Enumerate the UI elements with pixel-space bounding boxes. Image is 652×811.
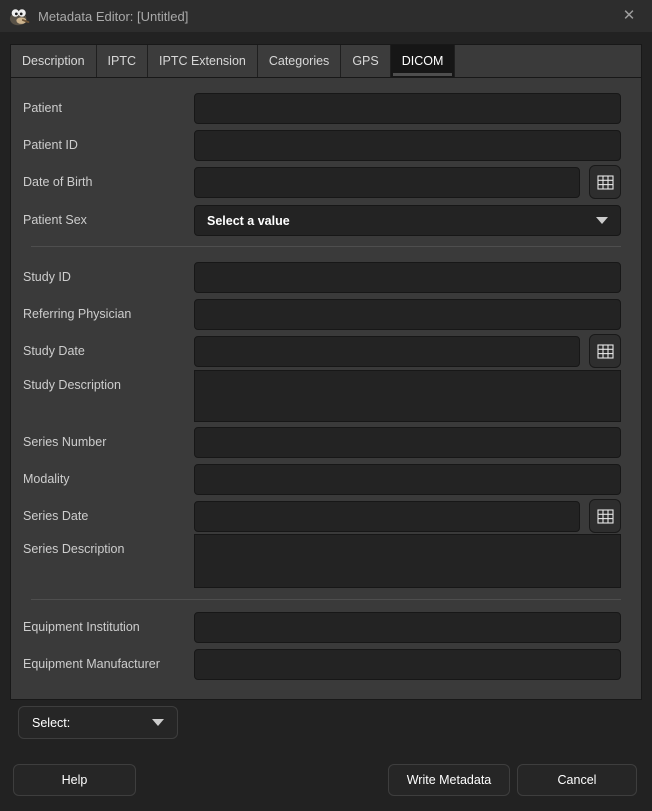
date-of-birth-label: Date of Birth <box>23 175 92 189</box>
modality-label: Modality <box>23 472 70 486</box>
series-description-label: Series Description <box>23 542 124 556</box>
referring-physician-input[interactable] <box>194 299 621 330</box>
gimp-wilber-icon <box>9 7 31 26</box>
tab-description[interactable]: Description <box>11 45 97 77</box>
calendar-grid-icon <box>597 344 614 359</box>
series-date-calendar-button[interactable] <box>589 499 621 533</box>
cancel-button[interactable]: Cancel <box>517 764 637 796</box>
patient-id-label: Patient ID <box>23 138 78 152</box>
equipment-institution-input[interactable] <box>194 612 621 643</box>
tab-iptc[interactable]: IPTC <box>97 45 148 77</box>
referring-physician-label: Referring Physician <box>23 307 131 321</box>
study-id-label: Study ID <box>23 270 71 284</box>
patient-id-input[interactable] <box>194 130 621 161</box>
tab-categories[interactable]: Categories <box>258 45 341 77</box>
tab-strip: Description IPTC IPTC Extension Categori… <box>11 45 641 78</box>
study-description-label: Study Description <box>23 378 121 392</box>
date-of-birth-calendar-button[interactable] <box>589 165 621 199</box>
series-description-textarea[interactable] <box>194 534 621 588</box>
chevron-down-icon <box>596 217 608 224</box>
patient-sex-value: Select a value <box>207 214 290 228</box>
modality-input[interactable] <box>194 464 621 495</box>
chevron-down-icon <box>152 719 164 726</box>
calendar-grid-icon <box>597 175 614 190</box>
title-bar: Metadata Editor: [Untitled] ✕ <box>0 0 652 32</box>
series-number-label: Series Number <box>23 435 106 449</box>
study-date-label: Study Date <box>23 344 85 358</box>
study-date-calendar-button[interactable] <box>589 334 621 368</box>
series-date-label: Series Date <box>23 509 88 523</box>
section-separator <box>31 599 621 600</box>
tab-dicom[interactable]: DICOM <box>391 45 456 77</box>
tab-gps[interactable]: GPS <box>341 45 390 77</box>
tab-iptc-extension[interactable]: IPTC Extension <box>148 45 258 77</box>
tab-strip-filler <box>455 45 641 77</box>
equipment-manufacturer-label: Equipment Manufacturer <box>23 657 160 671</box>
equipment-institution-label: Equipment Institution <box>23 620 140 634</box>
equipment-manufacturer-input[interactable] <box>194 649 621 680</box>
calendar-grid-icon <box>597 509 614 524</box>
patient-input[interactable] <box>194 93 621 124</box>
patient-label: Patient <box>23 101 62 115</box>
metadata-notebook: Description IPTC IPTC Extension Categori… <box>10 44 642 700</box>
help-button[interactable]: Help <box>13 764 136 796</box>
write-metadata-button[interactable]: Write Metadata <box>388 764 510 796</box>
close-icon[interactable]: ✕ <box>606 0 652 32</box>
select-dropdown-label: Select: <box>32 716 70 730</box>
patient-sex-label: Patient Sex <box>23 213 87 227</box>
window-title: Metadata Editor: [Untitled] <box>38 9 188 24</box>
select-dropdown[interactable]: Select: <box>18 706 178 739</box>
date-of-birth-input[interactable] <box>194 167 580 198</box>
study-date-input[interactable] <box>194 336 580 367</box>
section-separator <box>31 246 621 247</box>
patient-sex-select[interactable]: Select a value <box>194 205 621 236</box>
series-number-input[interactable] <box>194 427 621 458</box>
study-description-textarea[interactable] <box>194 370 621 422</box>
study-id-input[interactable] <box>194 262 621 293</box>
series-date-input[interactable] <box>194 501 580 532</box>
